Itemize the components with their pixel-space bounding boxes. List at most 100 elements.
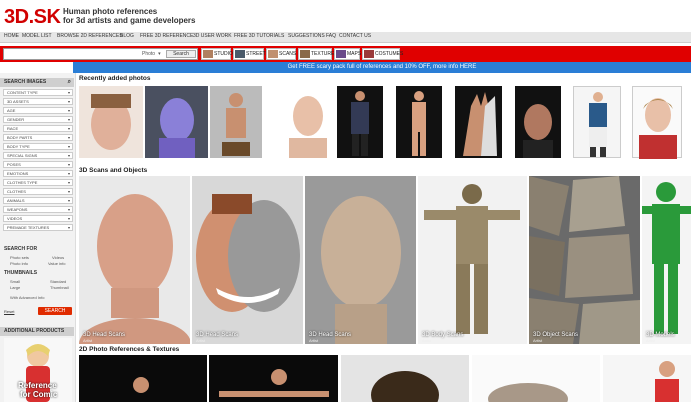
sidebar-search-button[interactable]: SEARCH (38, 307, 72, 315)
nav-free-3d-tutorials[interactable]: FREE 3D TUTORIALS (234, 33, 284, 39)
filter-special-signs[interactable]: SPECIAL SIGNS (3, 152, 73, 159)
additional-product-banner[interactable]: Reference for Comic (4, 338, 72, 402)
recent-thumb[interactable] (455, 86, 502, 158)
scan-sub: Artist (83, 338, 93, 343)
nav-3d-user-work[interactable]: 3D USER WORK (193, 33, 232, 39)
nav-suggestions[interactable]: SUGGESTIONS (288, 33, 325, 39)
recent-thumb[interactable] (281, 86, 335, 158)
category-label: TEXTURE (311, 51, 335, 57)
texture-thumb (300, 50, 310, 58)
recent-thumb[interactable] (210, 86, 262, 158)
site-logo[interactable]: 3D.SK (4, 6, 61, 29)
filter-emotions[interactable]: EMOTIONS (3, 170, 73, 177)
thumb-standard[interactable]: Standard (50, 279, 66, 284)
nav-blog[interactable]: BLOG (120, 33, 134, 39)
scan-object[interactable]: 3D Object Scans Artist (529, 176, 640, 344)
filter-content-type[interactable]: CONTENT TYPE (3, 89, 73, 96)
site-header: 3D.SK Human photo references for 3d arti… (0, 0, 691, 32)
category-label: MAPS (347, 51, 362, 57)
filter-premade-textures[interactable]: PREMADE TEXTURES (3, 224, 73, 231)
scan-models[interactable]: 3D Models Artist (642, 176, 691, 344)
scan-sub: Artist (309, 338, 319, 343)
scan-head-3[interactable]: 3D Head Scans Artist (305, 176, 416, 344)
scan-sub: Artist (533, 338, 543, 343)
scans-title: 3D Scans and Objects (79, 167, 148, 174)
category-maps[interactable]: MAPS (334, 48, 362, 60)
option-photo-sets[interactable]: Photo sets (10, 255, 29, 260)
tagline-line-1: Human photo references (63, 7, 158, 16)
filter-poses[interactable]: POSES (3, 161, 73, 168)
street-thumb (235, 50, 245, 58)
nav-model-list[interactable]: MODEL LIST (22, 33, 52, 39)
category-studio[interactable]: STUDIO (201, 48, 233, 60)
search-button[interactable]: Search (166, 50, 196, 58)
filter-3d-assets[interactable]: 3D ASSETS (3, 98, 73, 105)
filter-weapons[interactable]: WEAPONS (3, 206, 73, 213)
maps-thumb (336, 50, 346, 58)
recent-thumb[interactable] (145, 86, 208, 158)
scan-body[interactable]: 3D Body Scans Artist (418, 176, 527, 344)
thumb-thumbnail[interactable]: Thumbnail (50, 285, 69, 290)
filter-animals[interactable]: ANIMALS (3, 197, 73, 204)
search-icon[interactable]: ⌕ (68, 78, 71, 87)
site-tagline: Human photo references for 3d artists an… (63, 7, 196, 25)
nav-home[interactable]: HOME (4, 33, 19, 39)
option-photo-info[interactable]: Photo info (10, 261, 28, 266)
search-for-label: SEARCH FOR (4, 246, 38, 252)
ref-thumb[interactable] (79, 355, 207, 402)
scan-head-2[interactable]: 3D Head Scans Artist (192, 176, 303, 344)
ref-thumb[interactable] (472, 355, 600, 407)
nav-free-3d-ref[interactable]: FREE 3D REFERENCE (140, 33, 193, 39)
ref-thumb[interactable] (209, 355, 338, 402)
search-box[interactable]: Photo Search (3, 48, 198, 60)
scan-sub: Artist (422, 338, 432, 343)
filter-race[interactable]: RACE (3, 125, 73, 132)
ref-thumb[interactable] (341, 355, 469, 407)
nav-browse-2d[interactable]: BROWSE 2D REFERENCES (57, 33, 123, 39)
nav-faq[interactable]: FAQ (326, 33, 336, 39)
main-nav: HOME MODEL LIST BROWSE 2D REFERENCES BLO… (0, 32, 691, 43)
ref-thumb[interactable] (603, 355, 691, 402)
category-costumes[interactable]: COSTUMES (362, 48, 404, 60)
scans-thumb (268, 50, 278, 58)
recent-thumb[interactable] (396, 86, 442, 158)
scan-head-1[interactable]: 3D Head Scans Artist (79, 176, 191, 370)
option-videos[interactable]: Videos (52, 255, 64, 260)
filter-videos[interactable]: VIDEOS (3, 215, 73, 222)
category-texture[interactable]: TEXTURE (298, 48, 335, 60)
filter-age[interactable]: AGE (3, 107, 73, 114)
recent-title: Recently added photos (79, 75, 151, 82)
filter-gender[interactable]: GENDER (3, 116, 73, 123)
filter-clothes-type[interactable]: CLOTHES TYPE (3, 179, 73, 186)
option-value-info[interactable]: Value info (48, 261, 66, 266)
thumb-small[interactable]: Small (10, 279, 20, 284)
filter-body-type[interactable]: BODY TYPE (3, 143, 73, 150)
promo-banner[interactable]: Get FREE scary pack full of references a… (73, 62, 691, 73)
scan-sub: Artist (646, 338, 656, 343)
recent-thumb[interactable] (515, 86, 561, 158)
recent-thumb[interactable] (573, 86, 621, 158)
search-images-label: SEARCH IMAGES (4, 79, 47, 85)
category-label: COSTUMES (375, 51, 404, 57)
recent-thumb[interactable] (632, 86, 682, 159)
category-bar: Photo Search STUDIO STREET SCANS TEXTURE… (0, 46, 691, 62)
category-street[interactable]: STREET (233, 48, 266, 60)
filter-clothes[interactable]: CLOTHES (3, 188, 73, 195)
additional-products-header: ADDITIONAL PRODUCTS (0, 327, 74, 336)
thumb-large[interactable]: Large (10, 285, 20, 290)
tagline-line-2: for 3d artists and game developers (63, 16, 196, 25)
nav-contact[interactable]: CONTACT US (339, 33, 371, 39)
thumbnails-label: THUMBNAILS (4, 270, 38, 276)
refs-title: 2D Photo References & Textures (79, 346, 180, 353)
advanced-info-checkbox[interactable]: With Advanced Info (10, 295, 44, 300)
reset-link[interactable]: Reset (4, 309, 14, 314)
search-type-select[interactable]: Photo (142, 51, 161, 57)
category-scans[interactable]: SCANS (266, 48, 296, 60)
recent-thumb[interactable] (337, 86, 383, 158)
search-images-header: SEARCH IMAGES ⌕ (0, 78, 74, 87)
category-label: SCANS (279, 51, 297, 57)
scan-sub: Artist (196, 338, 206, 343)
costumes-thumb (364, 50, 374, 58)
filter-body-parts[interactable]: BODY PARTS (3, 134, 73, 141)
recent-thumb[interactable] (79, 86, 143, 158)
